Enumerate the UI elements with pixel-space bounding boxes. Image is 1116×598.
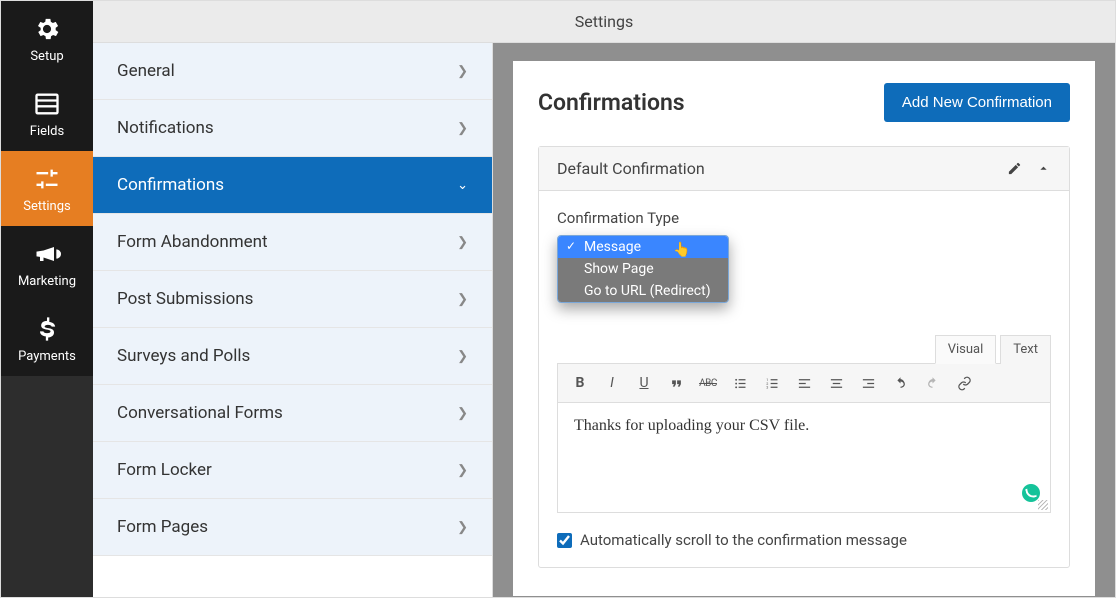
dropdown-option-redirect[interactable]: Go to URL (Redirect) [558, 280, 728, 302]
chevron-right-icon: ❯ [457, 406, 468, 421]
link-button[interactable] [950, 370, 978, 396]
submenu-label: Surveys and Polls [117, 346, 250, 366]
confirmation-type-dropdown[interactable]: ✓ Message 👆 Show Page Go to URL (Redirec… [557, 235, 729, 303]
editor-content-area[interactable]: Thanks for uploading your CSV file. [557, 403, 1051, 513]
submenu-notifications[interactable]: Notifications ❯ [93, 100, 492, 157]
confirmations-panel: Confirmations Add New Confirmation Defau… [513, 61, 1095, 596]
bullet-list-button[interactable] [726, 370, 754, 396]
submenu-label: General [117, 61, 175, 81]
default-confirmation-card: Default Confirmation Confirmation Type [538, 146, 1070, 568]
nav-fields[interactable]: Fields [1, 76, 93, 151]
chevron-up-icon[interactable] [1036, 161, 1051, 176]
panel-heading: Confirmations [538, 89, 685, 116]
submenu-general[interactable]: General ❯ [93, 43, 492, 100]
submenu-surveys-polls[interactable]: Surveys and Polls ❯ [93, 328, 492, 385]
submenu-label: Post Submissions [117, 289, 253, 309]
submenu-form-abandonment[interactable]: Form Abandonment ❯ [93, 214, 492, 271]
editor-tab-visual[interactable]: Visual [935, 335, 997, 364]
main-content: Confirmations Add New Confirmation Defau… [493, 43, 1115, 597]
editor-text: Thanks for uploading your CSV file. [574, 417, 809, 434]
submenu-conversational-forms[interactable]: Conversational Forms ❯ [93, 385, 492, 442]
chevron-right-icon: ❯ [457, 520, 468, 535]
primary-nav: Setup Fields Settings Marketing Payments [1, 1, 93, 597]
italic-button[interactable]: I [598, 370, 626, 396]
nav-setup[interactable]: Setup [1, 1, 93, 76]
submenu-form-locker[interactable]: Form Locker ❯ [93, 442, 492, 499]
nav-marketing[interactable]: Marketing [1, 226, 93, 301]
nav-label: Fields [30, 124, 64, 139]
chevron-right-icon: ❯ [457, 121, 468, 136]
dropdown-option-label: Go to URL (Redirect) [584, 283, 711, 299]
submenu-label: Notifications [117, 118, 214, 138]
resize-handle[interactable] [1038, 500, 1048, 510]
submenu-label: Confirmations [117, 175, 224, 195]
list-icon [33, 90, 61, 118]
numbered-list-button[interactable]: 123 [758, 370, 786, 396]
submenu-label: Form Abandonment [117, 232, 268, 252]
auto-scroll-checkbox[interactable] [557, 533, 572, 548]
dropdown-option-label: Show Page [584, 261, 654, 277]
add-new-confirmation-button[interactable]: Add New Confirmation [884, 83, 1070, 122]
nav-label: Payments [18, 349, 76, 364]
chevron-right-icon: ❯ [457, 64, 468, 79]
nav-payments[interactable]: Payments [1, 301, 93, 376]
underline-button[interactable]: U [630, 370, 658, 396]
sliders-icon [33, 165, 61, 193]
checkbox-label: Automatically scroll to the confirmation… [580, 531, 907, 549]
chevron-right-icon: ❯ [457, 463, 468, 478]
editor-toolbar: B I U ABC 123 [557, 363, 1051, 403]
submenu-post-submissions[interactable]: Post Submissions ❯ [93, 271, 492, 328]
nav-label: Settings [23, 199, 70, 214]
gear-icon [33, 15, 61, 43]
chevron-right-icon: ❯ [457, 235, 468, 250]
redo-button[interactable] [918, 370, 946, 396]
card-header: Default Confirmation [539, 147, 1069, 191]
dropdown-option-show-page[interactable]: Show Page [558, 258, 728, 280]
dropdown-option-message[interactable]: ✓ Message 👆 [558, 236, 728, 258]
submenu-label: Form Pages [117, 517, 208, 537]
cursor-pointer-icon: 👆 [673, 242, 690, 258]
submenu-label: Form Locker [117, 460, 212, 480]
bold-button[interactable]: B [566, 370, 594, 396]
auto-scroll-checkbox-row[interactable]: Automatically scroll to the confirmation… [557, 531, 1051, 549]
settings-submenu: General ❯ Notifications ❯ Confirmations ⌄ F… [93, 43, 493, 597]
confirmation-type-label: Confirmation Type [557, 209, 1051, 227]
chevron-right-icon: ❯ [457, 349, 468, 364]
align-left-button[interactable] [790, 370, 818, 396]
check-icon: ✓ [566, 239, 576, 253]
align-right-button[interactable] [854, 370, 882, 396]
submenu-label: Conversational Forms [117, 403, 283, 423]
edit-icon[interactable] [1007, 161, 1022, 176]
nav-label: Setup [30, 49, 63, 64]
chevron-down-icon: ⌄ [457, 178, 468, 193]
dollar-icon [33, 315, 61, 343]
submenu-form-pages[interactable]: Form Pages ❯ [93, 499, 492, 556]
editor-tab-text[interactable]: Text [1000, 335, 1051, 364]
page-title-bar: Settings [93, 1, 1115, 43]
chevron-right-icon: ❯ [457, 292, 468, 307]
submenu-confirmations[interactable]: Confirmations ⌄ [93, 157, 492, 214]
quote-button[interactable] [662, 370, 690, 396]
dropdown-option-label: Message [584, 239, 641, 255]
bullhorn-icon [33, 240, 61, 268]
nav-label: Marketing [18, 274, 76, 289]
align-center-button[interactable] [822, 370, 850, 396]
card-title: Default Confirmation [557, 159, 705, 178]
nav-settings[interactable]: Settings [1, 151, 93, 226]
undo-button[interactable] [886, 370, 914, 396]
strikethrough-button[interactable]: ABC [694, 370, 722, 396]
page-title: Settings [575, 12, 633, 31]
svg-text:3: 3 [766, 385, 768, 389]
